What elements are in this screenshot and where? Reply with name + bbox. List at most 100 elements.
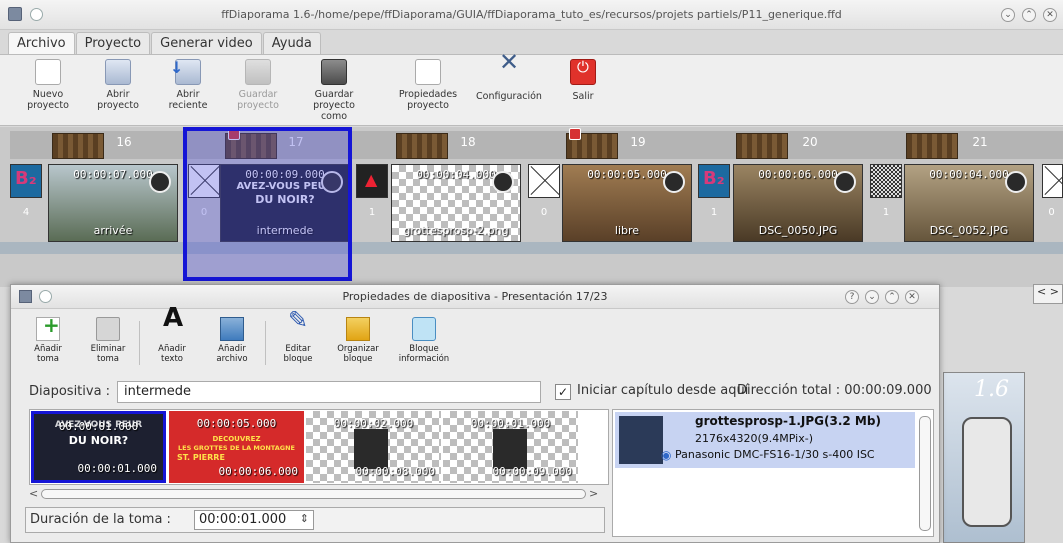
magnifier-icon	[412, 317, 436, 341]
shot-duration-input[interactable]: 00:00:01.000 ⇕	[194, 510, 314, 530]
shot-title-text-2: DU NOIR?	[68, 434, 129, 447]
organize-block-label-2: bloque	[343, 354, 373, 364]
delete-shot-label-1: Eliminar	[90, 344, 126, 354]
properties-label-2: proyecto	[407, 100, 449, 111]
add-text-button[interactable]: Añadir texto	[145, 313, 199, 364]
help-button[interactable]: ?	[845, 290, 859, 304]
delete-shot-button[interactable]: Eliminar toma	[81, 317, 135, 364]
shots-scrollbar[interactable]: < >	[29, 487, 609, 501]
maximize-button[interactable]: ⌃	[885, 290, 899, 304]
block-dimensions: 2176x4320(9.4MPix-)	[695, 432, 813, 445]
minimize-button[interactable]: ⌄	[1001, 8, 1015, 22]
transition-number: 4	[22, 207, 30, 218]
floppy-disk-icon	[245, 59, 271, 85]
shot-duration-row: Duración de la toma : 00:00:01.000 ⇕	[25, 507, 605, 533]
shot-start-time: 00:00:05.000	[196, 417, 277, 430]
shot-item[interactable]: 00:00:05.000 DECOUVREZ LES GROTTES DE LA…	[169, 411, 304, 483]
open-project-label-1: Abrir	[106, 89, 130, 100]
shot-text-3: ST. PIERRE	[177, 453, 225, 462]
scroll-arrows[interactable]: < >	[1033, 284, 1063, 304]
spinner-icon[interactable]: ⇕	[300, 512, 309, 525]
timeline-slide[interactable]: 00:00:05.000 libre	[562, 164, 692, 242]
transition-number: 1	[368, 207, 376, 218]
configuration-button[interactable]: Configuración	[470, 57, 548, 102]
block-info-button[interactable]: Bloque información	[393, 317, 455, 364]
save-project-label-1: Guardar	[238, 89, 278, 100]
scroll-left-icon[interactable]: <	[29, 487, 38, 500]
save-project-button[interactable]: Guardar proyecto	[224, 59, 292, 111]
block-info-row[interactable]: grottesprosp-1.JPG(3.2 Mb) 2176x4320(9.4…	[615, 412, 915, 468]
timeline-slide[interactable]: 00:00:07.000 arrivée	[48, 164, 178, 242]
slide-number: 16	[116, 135, 132, 149]
save-project-label-2: proyecto	[237, 100, 279, 111]
tab-ayuda[interactable]: Ayuda	[262, 32, 321, 54]
block-info-panel: grottesprosp-1.JPG(3.2 Mb) 2176x4320(9.4…	[612, 409, 934, 537]
music-thumb	[906, 133, 958, 159]
close-button[interactable]: ✕	[1043, 8, 1057, 22]
transition-fire-icon[interactable]	[356, 164, 388, 198]
window-title: ffDiaporama 1.6-/home/pepe/ffDiaporama/G…	[221, 8, 842, 21]
transition-b2-icon[interactable]	[10, 164, 42, 198]
preview-panel: 1.6	[943, 372, 1025, 543]
properties-label-1: Propiedades	[398, 89, 458, 100]
timeline-slide[interactable]: 00:00:06.000 DSC_0050.JPG	[733, 164, 863, 242]
main-titlebar: ffDiaporama 1.6-/home/pepe/ffDiaporama/G…	[0, 0, 1063, 30]
shot-item[interactable]: 00:00:02.000 00:00:08.000	[306, 411, 441, 483]
timeline-slide[interactable]: 00:00:04.000 DSC_0052.JPG	[904, 164, 1034, 242]
new-project-button[interactable]: Nuevo proyecto	[14, 59, 82, 111]
tab-archivo[interactable]: Archivo	[8, 32, 75, 54]
save-project-as-button[interactable]: Guardar proyecto como	[300, 59, 368, 122]
shot-image	[493, 429, 527, 469]
slide-timeline[interactable]: 16 4 00:00:07.000 arrivée 17 0 00:00:09.…	[0, 127, 1063, 287]
transition-noise-icon[interactable]	[870, 164, 902, 198]
main-toolbar: Nuevo proyecto Abrir proyecto Abrir reci…	[0, 54, 1063, 126]
add-file-button[interactable]: Añadir archivo	[205, 317, 259, 364]
slide-number: 18	[460, 135, 476, 149]
edit-block-label-2: bloque	[283, 354, 313, 364]
new-project-label-2: proyecto	[27, 100, 69, 111]
new-document-icon	[35, 59, 61, 85]
open-recent-label-1: Abrir	[176, 89, 200, 100]
selection-highlight	[183, 127, 352, 281]
info-scrollbar[interactable]	[919, 416, 931, 531]
shots-strip[interactable]: 00:00:01.000 AVEZ-VOUS PEUR DU NOIR? 00:…	[29, 409, 609, 485]
shot-duration-label: Duración de la toma :	[30, 512, 171, 527]
open-project-button[interactable]: Abrir proyecto	[84, 59, 152, 111]
tab-generar-video[interactable]: Generar video	[151, 32, 262, 54]
minimize-button[interactable]: ⌄	[865, 290, 879, 304]
shot-text: DECOUVREZ	[212, 435, 261, 443]
new-project-label-1: Nuevo	[32, 89, 64, 100]
add-shot-button[interactable]: Añadir toma	[21, 317, 75, 364]
slide-number: 19	[630, 135, 646, 149]
add-shot-label-2: toma	[36, 354, 60, 364]
slide-label: grottesprosp-2.png	[403, 224, 509, 237]
slide-name-input[interactable]: intermede	[117, 381, 541, 403]
shot-item-selected[interactable]: 00:00:01.000 AVEZ-VOUS PEUR DU NOIR? 00:…	[31, 411, 166, 483]
block-info-label-1: Bloque	[409, 344, 439, 354]
scroll-track[interactable]	[41, 489, 586, 499]
transition-b2-icon[interactable]	[698, 164, 730, 198]
music-thumb	[52, 133, 104, 159]
exit-label: Salir	[572, 91, 594, 102]
shot-end-time: 00:00:06.000	[218, 465, 298, 478]
open-recent-button[interactable]: Abrir reciente	[154, 59, 222, 111]
close-button[interactable]: ✕	[905, 290, 919, 304]
total-duration: Dirección total : 00:00:09.000	[737, 383, 932, 398]
scroll-right-icon[interactable]: >	[589, 487, 598, 500]
maximize-button[interactable]: ⌃	[1022, 8, 1036, 22]
organize-block-button[interactable]: Organizar bloque	[331, 317, 385, 364]
dialog-toolbar: Añadir toma Eliminar toma Añadir texto A…	[11, 311, 939, 375]
chapter-label: Iniciar capítulo desde aquí	[577, 383, 749, 398]
exit-button[interactable]: Salir	[556, 59, 610, 102]
shot-item[interactable]: 00:00:01.000 00:00:09.000	[443, 411, 578, 483]
slide-label: libre	[614, 224, 640, 237]
chapter-checkbox[interactable]: ✓	[555, 384, 571, 400]
edit-block-button[interactable]: Editar bloque	[271, 315, 325, 364]
project-properties-button[interactable]: Propiedades proyecto	[394, 59, 462, 111]
timeline-slide[interactable]: 00:00:04.000 grottesprosp-2.png	[391, 164, 521, 242]
transition-none-icon[interactable]	[1042, 164, 1063, 198]
transition-none-icon[interactable]	[528, 164, 560, 198]
shot-image	[354, 429, 388, 469]
tab-proyecto[interactable]: Proyecto	[75, 32, 151, 54]
timeline-sound-band	[0, 242, 1063, 254]
